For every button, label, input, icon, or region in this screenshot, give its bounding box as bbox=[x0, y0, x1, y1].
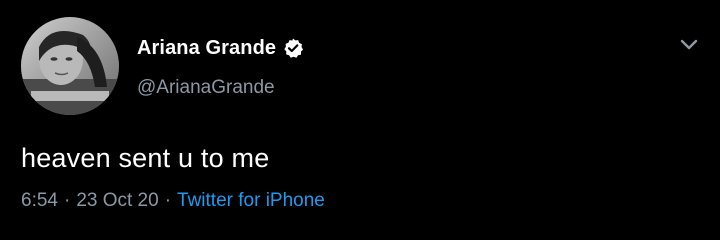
meta-separator: · bbox=[164, 190, 172, 211]
tweet-time[interactable]: 6:54 bbox=[21, 190, 58, 212]
tweet-meta: 6:54 · 23 Oct 20 · Twitter for iPhone bbox=[21, 190, 325, 212]
tweet-date[interactable]: 23 Oct 20 bbox=[76, 190, 158, 212]
tweet-source-link[interactable]: Twitter for iPhone bbox=[177, 190, 325, 212]
meta-separator: · bbox=[63, 190, 71, 211]
avatar-photo-icon bbox=[21, 17, 119, 115]
verified-badge-icon bbox=[282, 37, 304, 59]
user-handle[interactable]: @ArianaGrande bbox=[137, 77, 275, 99]
tweet-text: heaven sent u to me bbox=[21, 143, 270, 173]
display-name[interactable]: Ariana Grande bbox=[137, 37, 276, 60]
tweet-card: Ariana Grande @ArianaGrande heaven sent … bbox=[0, 0, 720, 240]
author-name-row[interactable]: Ariana Grande bbox=[137, 35, 304, 61]
chevron-down-icon[interactable] bbox=[678, 37, 700, 53]
avatar[interactable] bbox=[21, 17, 119, 115]
